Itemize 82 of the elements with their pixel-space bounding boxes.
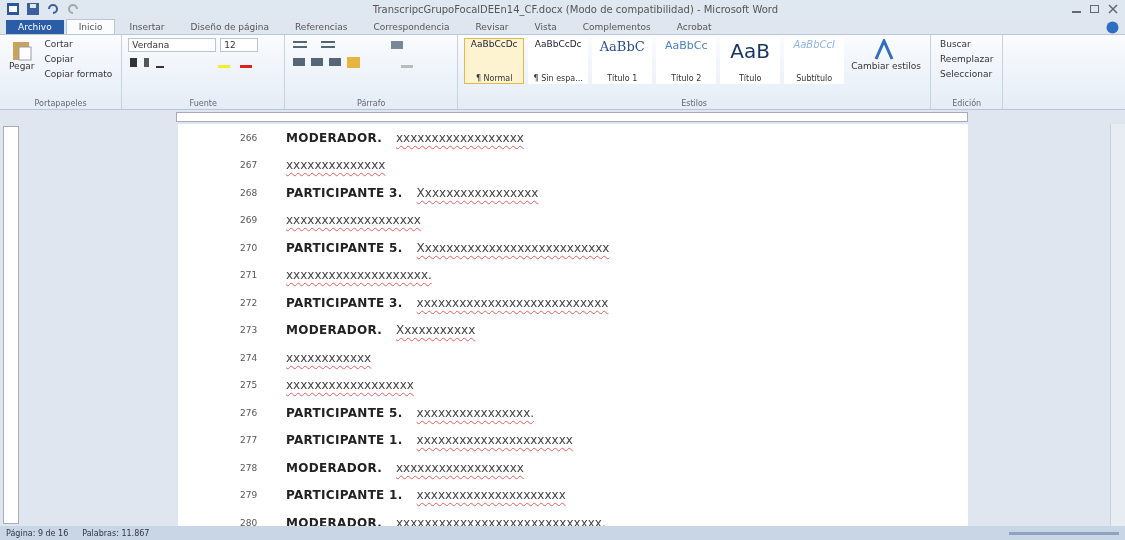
transcript-text: xxxxxxxxxxxxxx	[286, 158, 386, 173]
line-number: 278	[240, 462, 259, 473]
group-label: Estilos	[680, 99, 709, 108]
line-number: 277	[240, 435, 259, 446]
line-number: 271	[240, 270, 259, 281]
paste-button[interactable]: Pegar	[6, 38, 38, 80]
line-number: 280	[240, 517, 259, 526]
speaker-label: MODERADOR.	[286, 323, 382, 338]
transcript-text: Xxxxxxxxxxxxxxxxxxxxxxxxxxx	[416, 240, 610, 255]
line-number: 273	[240, 325, 259, 336]
line-number: 272	[240, 297, 259, 308]
speaker-label: PARTICIPANTE 1.	[286, 488, 403, 503]
window-title: TranscripcGrupoFocalDEEn14_CF.docx (Modo de compatibilidad) - Microsoft Word	[371, 3, 780, 15]
transcript-text: xxxxxxxxxxxxxxxxxx	[396, 130, 524, 145]
editing-button[interactable]: Seleccionar	[937, 68, 997, 80]
word-count[interactable]: Palabras: 11.867	[82, 528, 150, 538]
line-number: 269	[240, 215, 259, 226]
vertical-scrollbar[interactable]	[1110, 124, 1125, 526]
line-number: 276	[240, 407, 259, 418]
editing-button[interactable]: Buscar	[937, 38, 997, 50]
transcript-text: xxxxxxxxxxxxxxxx.	[416, 405, 535, 420]
line-number: 270	[240, 242, 259, 253]
page-count[interactable]: Página: 9 de 16	[6, 528, 69, 538]
ribbon-tab[interactable]: Revisar	[463, 20, 521, 34]
transcript-text: xxxxxxxxxxxxxxxxxxxx.	[286, 268, 432, 283]
transcript-text: xxxxxxxxxxxxxxxxxxxxxxxxxxxxx.	[396, 515, 606, 526]
speaker-label: PARTICIPANTE 3.	[286, 295, 403, 310]
ribbon-tab[interactable]: Diseño de página	[178, 20, 281, 34]
editing-button[interactable]: Reemplazar	[937, 53, 997, 65]
line-number: 266	[240, 132, 259, 143]
clipboard-icon	[10, 39, 33, 61]
style-option[interactable]: AaBbCcDc ¶ Normal	[464, 38, 525, 84]
maximize-icon[interactable]	[1089, 3, 1101, 15]
change-styles-button[interactable]: Cambiar estilos	[848, 38, 924, 84]
help-icon[interactable]	[1106, 21, 1119, 34]
speaker-label: MODERADOR.	[286, 460, 382, 475]
speaker-label: PARTICIPANTE 3.	[286, 185, 403, 200]
transcript-text: xxxxxxxxxxxxxxxxxxxxxx	[416, 433, 573, 448]
word-logo-icon[interactable]	[6, 2, 20, 16]
format-painter-button[interactable]: Copiar formato	[41, 68, 116, 80]
speaker-label: MODERADOR.	[286, 515, 382, 526]
transcript-text: xxxxxxxxxxxxxxxxxxxxxxxxxxx	[416, 295, 609, 310]
transcript-text: xxxxxxxxxxxxxxxxxxx	[286, 213, 421, 228]
ribbon-tab[interactable]: Inicio	[65, 19, 116, 34]
speaker-label: PARTICIPANTE 5.	[286, 405, 403, 420]
ribbon-tab[interactable]: Insertar	[117, 20, 177, 34]
style-option[interactable]: AaBbC Título 1	[592, 38, 653, 84]
speaker-label: PARTICIPANTE 5.	[286, 240, 403, 255]
cut-button[interactable]: Cortar	[41, 38, 116, 50]
style-option[interactable]: AaB Título	[720, 38, 781, 84]
close-icon[interactable]	[1107, 3, 1119, 15]
speaker-label: MODERADOR.	[286, 130, 382, 145]
style-option[interactable]: AaBbCcDc ¶ Sin espa...	[528, 38, 589, 84]
group-label: Párrafo	[356, 99, 387, 108]
undo-icon[interactable]	[46, 2, 60, 16]
group-label: Fuente	[188, 99, 218, 108]
ribbon-tab[interactable]: Referencias	[283, 20, 360, 34]
group-label: Portapapeles	[33, 99, 88, 108]
save-icon[interactable]	[26, 2, 40, 16]
ribbon-tab[interactable]: Correspondencia	[361, 20, 462, 34]
font-family-field[interactable]: Verdana	[128, 38, 217, 52]
transcript-text: xxxxxxxxxxxxxxxxxxxxx	[416, 488, 566, 503]
transcript-text: xxxxxxxxxxxx	[286, 350, 372, 365]
group-label: Edición	[951, 99, 983, 108]
line-number: 275	[240, 380, 259, 391]
line-number: 274	[240, 352, 259, 363]
line-number: 268	[240, 187, 259, 198]
line-number: 267	[240, 160, 259, 171]
font-size-field[interactable]: 12	[220, 38, 259, 52]
ribbon-tab[interactable]: Archivo	[6, 20, 64, 34]
line-number: 279	[240, 490, 259, 501]
transcript-text: xxxxxxxxxxxxxxxxxx	[396, 460, 524, 475]
ribbon-tab[interactable]: Vista	[522, 20, 569, 34]
transcript-text: xxxxxxxxxxxxxxxxxx	[286, 378, 414, 393]
transcript-text: Xxxxxxxxxxxxxxxxx	[416, 185, 539, 200]
speaker-label: PARTICIPANTE 1.	[286, 433, 403, 448]
style-option[interactable]: AaBbCc Título 2	[656, 38, 717, 84]
transcript-text: Xxxxxxxxxxx	[396, 323, 476, 338]
ribbon-tab[interactable]: Complementos	[570, 20, 663, 34]
style-option[interactable]: AaBbCcI Subtítulo	[784, 38, 845, 84]
copy-button[interactable]: Copiar	[41, 53, 116, 65]
ribbon-tab[interactable]: Acrobat	[664, 20, 724, 34]
